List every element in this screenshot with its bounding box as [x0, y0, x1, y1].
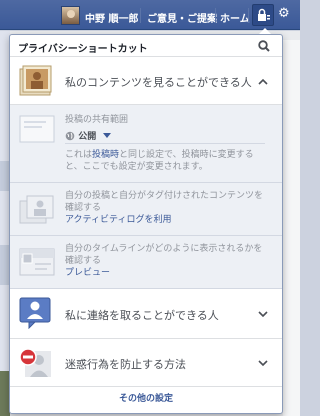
audience-label: 投稿の共有範囲 — [65, 115, 129, 125]
privacy-shortcuts-button[interactable] — [252, 4, 274, 26]
top-bar: 中野 順一郎 ご意見・ご提案 ホーム ⚙ — [0, 0, 300, 30]
activity-log-line2: 確認する — [65, 203, 102, 213]
post-composer-icon — [19, 115, 55, 143]
chevron-down-icon — [258, 360, 268, 367]
timeline-preview-row[interactable]: 自分のタイムラインがどのように表示されるかを 確認する プレビュー — [10, 236, 282, 289]
home-link[interactable]: ホーム — [220, 10, 250, 25]
timeline-line2: 確認する — [65, 256, 102, 266]
popover-title: プライバシーショートカット — [18, 44, 148, 55]
audience-selector[interactable]: 公開 — [65, 129, 112, 142]
block-user-icon — [19, 348, 51, 377]
section-expanded-panel: 投稿の共有範囲 公開 これは投稿時と同じ設定で、投稿時に変更する と、ここでも設… — [10, 105, 282, 289]
section-who-can-contact[interactable]: 私に連絡を取ることができる人 — [10, 289, 282, 339]
chevron-up-icon — [258, 78, 268, 85]
contact-message-icon — [19, 297, 51, 329]
divider — [140, 8, 141, 23]
globe-icon — [65, 131, 75, 140]
audience-value: 公開 — [78, 132, 97, 142]
audience-row: 投稿の共有範囲 公開 これは投稿時と同じ設定で、投稿時に変更する と、ここでも設… — [10, 105, 282, 183]
popover-header: プライバシーショートカット — [10, 35, 282, 57]
divider — [248, 8, 249, 23]
tagged-photos-icon — [19, 195, 54, 224]
feedback-link[interactable]: ご意見・ご提案 — [147, 10, 217, 25]
timeline-preview-icon — [19, 248, 55, 276]
profile-link[interactable]: 中野 順一郎 — [85, 10, 138, 25]
section-stop-harassment[interactable]: 迷惑行為を防止する方法 — [10, 339, 282, 387]
activity-log-line1: 自分の投稿と自分がタグ付けされたコンテンツを — [65, 191, 264, 201]
timeline-preview-link[interactable]: プレビュー — [65, 267, 110, 279]
audience-note-line1: これは投稿時と同じ設定で、投稿時に変更する — [65, 149, 254, 161]
gear-icon[interactable]: ⚙ — [278, 6, 290, 21]
compose-time-link[interactable]: 投稿時 — [92, 150, 119, 160]
section-title: 迷惑行為を防止する方法 — [65, 358, 186, 371]
privacy-shortcuts-popover: プライバシーショートカット 私のコンテンツを見ることができる人 投稿の共有範囲 … — [9, 34, 283, 414]
chevron-down-icon — [258, 311, 268, 318]
audience-note-line2: と、ここでも設定が変更されます。 — [65, 162, 208, 172]
activity-log-row[interactable]: 自分の投稿と自分がタグ付けされたコンテンツを 確認する アクティビティログを利用 — [10, 183, 282, 236]
audience-note-suffix: と同じ設定で、投稿時に変更する — [119, 150, 254, 160]
audience-note-prefix: これは — [65, 150, 93, 160]
more-settings-link[interactable]: その他の設定 — [10, 391, 282, 404]
right-background-strip — [283, 40, 300, 416]
section-title: 私のコンテンツを見ることができる人 — [65, 76, 252, 89]
divider — [65, 143, 265, 144]
popover-arrow — [259, 28, 271, 34]
section-who-can-see[interactable]: 私のコンテンツを見ることができる人 — [10, 58, 282, 105]
section-title: 私に連絡を取ることができる人 — [65, 309, 219, 322]
avatar[interactable] — [61, 6, 80, 25]
photo-content-icon — [19, 65, 52, 96]
timeline-line1: 自分のタイムラインがどのように表示されるかを — [65, 244, 263, 254]
lock-icon — [258, 8, 270, 21]
caret-down-icon — [103, 132, 112, 138]
divider — [215, 8, 216, 23]
activity-log-link[interactable]: アクティビティログを利用 — [65, 214, 171, 226]
search-icon[interactable] — [257, 39, 271, 53]
